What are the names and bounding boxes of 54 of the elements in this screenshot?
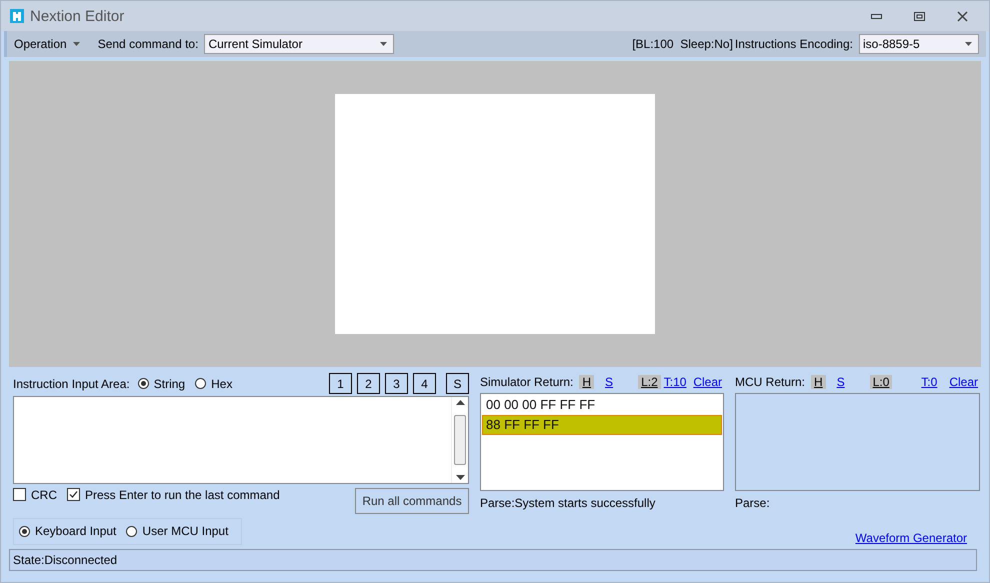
run-all-button[interactable]: Run all commands <box>355 488 469 514</box>
slot-button[interactable]: 4 <box>413 373 436 394</box>
toggle-link[interactable]: L:0 <box>870 375 892 389</box>
scroll-up-icon[interactable] <box>456 400 464 406</box>
panel-title: MCU Return: <box>735 375 806 389</box>
slot-button[interactable]: 1 <box>329 373 352 394</box>
parse-text: Parse: <box>735 496 771 510</box>
slot-button[interactable]: 2 <box>357 373 380 394</box>
operation-menu[interactable]: Operation <box>14 37 80 51</box>
dropdown-arrow-icon <box>72 42 80 46</box>
close-icon[interactable] <box>956 10 968 22</box>
radio-button[interactable] <box>126 526 138 537</box>
scrollbar[interactable] <box>451 397 468 483</box>
minimize-icon[interactable] <box>870 14 882 18</box>
checkbox-label: Press Enter to run the last command <box>85 488 280 502</box>
window-title: Nextion Editor <box>30 8 126 24</box>
input-area-label: Instruction Input Area: <box>13 376 130 391</box>
slot-button[interactable]: 3 <box>385 373 408 394</box>
clear-link[interactable]: Clear <box>949 375 978 389</box>
device-status: [BL:100 Sleep:No] <box>632 37 733 51</box>
radio-button[interactable] <box>19 526 30 537</box>
dropdown-arrow-icon <box>380 42 388 46</box>
checkbox-label: CRC <box>31 488 57 502</box>
toggle-link[interactable]: S <box>602 375 616 389</box>
slot-button[interactable]: S <box>446 373 469 394</box>
encoding-label: Instructions Encoding: <box>734 37 853 51</box>
status-text: State:Disconnected <box>13 553 118 567</box>
send-label: Send command to: <box>98 37 198 51</box>
encoding-dropdown[interactable]: iso-8859-5 <box>859 34 979 54</box>
toggle-link[interactable]: H <box>811 375 826 389</box>
return-line[interactable]: 00 00 00 FF FF FF <box>482 395 722 415</box>
radio-label: User MCU Input <box>142 524 228 538</box>
radio-label: String <box>154 376 186 391</box>
instruction-input-field[interactable] <box>13 396 469 484</box>
parse-text: Parse:System starts successfully <box>480 496 656 510</box>
radio-label: Hex <box>211 376 232 391</box>
scroll-down-icon[interactable] <box>456 474 464 480</box>
checkbox[interactable] <box>67 488 80 502</box>
toggle-link[interactable]: L:2 <box>638 375 661 389</box>
radio-button[interactable] <box>195 378 206 390</box>
app-logo-icon <box>9 8 25 24</box>
radio-label: Keyboard Input <box>35 524 116 538</box>
target-dropdown[interactable]: Current Simulator <box>204 34 394 54</box>
panel-title: Simulator Return: <box>480 375 574 389</box>
toggle-link[interactable]: H <box>579 375 594 389</box>
toggle-link[interactable]: T:10 <box>660 375 690 389</box>
waveform-generator-link[interactable]: Waveform Generator <box>855 531 967 545</box>
toggle-link[interactable]: T:0 <box>918 375 940 389</box>
restore-icon[interactable] <box>914 12 924 20</box>
toggle-link[interactable]: S <box>834 375 848 389</box>
clear-link[interactable]: Clear <box>693 375 722 389</box>
checkbox[interactable] <box>13 488 26 502</box>
dropdown-arrow-icon <box>965 42 972 46</box>
radio-button[interactable] <box>138 378 149 390</box>
